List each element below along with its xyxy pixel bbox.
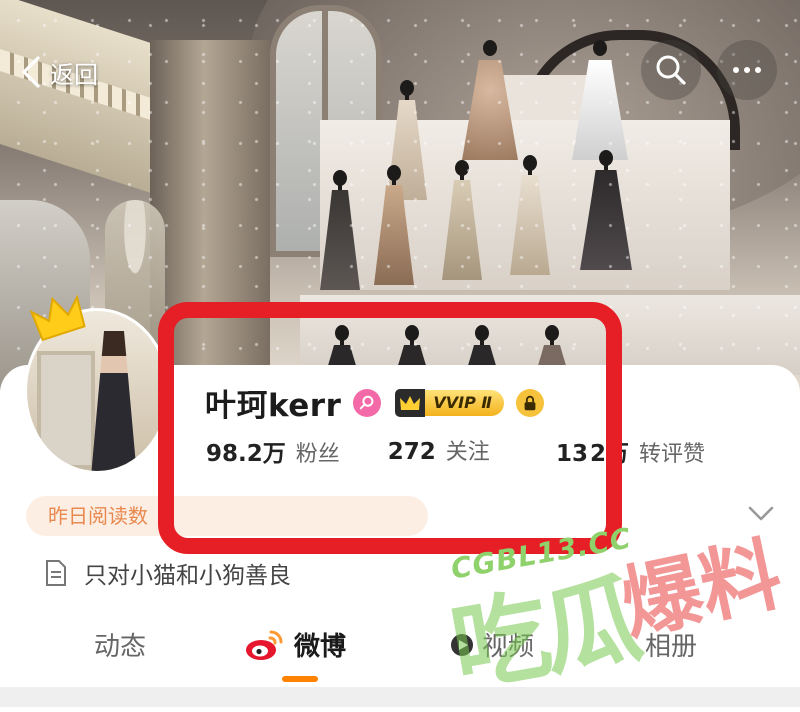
- interactions-label: 转评赞: [639, 442, 706, 467]
- search-icon: [656, 55, 686, 85]
- chevron-left-icon: [22, 56, 40, 88]
- bio-row: 只对小猫和小狗善良: [44, 556, 291, 590]
- stat-following[interactable]: 272 关注: [388, 434, 490, 468]
- following-label: 关注: [445, 440, 490, 465]
- yesterday-reads-label: 昨日阅读数: [48, 504, 148, 528]
- yesterday-reads-pill[interactable]: 昨日阅读数: [26, 496, 428, 536]
- document-icon: [46, 560, 66, 586]
- back-label: 返回: [50, 60, 98, 89]
- tab-video-label: 视频: [482, 632, 535, 662]
- tab-weibo-label: 微博: [294, 632, 347, 662]
- followers-label: 粉丝: [295, 442, 340, 467]
- more-button[interactable]: [717, 40, 777, 100]
- video-icon: [451, 633, 473, 656]
- interactions-count: 13: [556, 441, 589, 467]
- tab-album-label: 相册: [645, 632, 698, 662]
- user-name: 叶珂kerr: [205, 388, 342, 424]
- active-tab-indicator: [282, 676, 318, 682]
- chevron-down-icon[interactable]: [746, 502, 776, 526]
- vip-crown-icon: [395, 388, 426, 417]
- bio-text: 只对小猫和小狗善良: [84, 563, 291, 589]
- female-icon: [353, 388, 382, 417]
- lock-icon[interactable]: [515, 388, 544, 417]
- tab-album[interactable]: 相册: [645, 626, 697, 663]
- weibo-icon: [246, 630, 283, 660]
- more-icon: [733, 67, 761, 73]
- content-divider: [0, 687, 800, 707]
- interactions-count-tail: 2万: [590, 441, 630, 467]
- name-row: 叶珂kerr VVIP Ⅱ: [205, 380, 544, 425]
- stats-row: 98.2万 粉丝 272 关注 13 2万 转评赞: [206, 434, 705, 468]
- tab-feed-label: 动态: [94, 632, 147, 662]
- stat-interactions[interactable]: 13 2万 转评赞: [556, 434, 705, 468]
- profile-tabs: 动态 微博 视频 相册: [0, 620, 800, 682]
- stat-followers[interactable]: 98.2万 粉丝: [206, 434, 340, 468]
- back-button[interactable]: 返回: [18, 52, 98, 92]
- tab-video[interactable]: 视频: [450, 626, 534, 663]
- vvip-badge[interactable]: VVIP Ⅱ: [395, 388, 504, 418]
- followers-count: 98.2万: [206, 441, 286, 467]
- following-count: 272: [387, 439, 436, 465]
- vvip-label: VVIP Ⅱ: [425, 389, 504, 416]
- tab-feed[interactable]: 动态: [94, 626, 146, 663]
- tab-weibo[interactable]: 微博: [244, 626, 346, 663]
- search-button[interactable]: [641, 40, 701, 100]
